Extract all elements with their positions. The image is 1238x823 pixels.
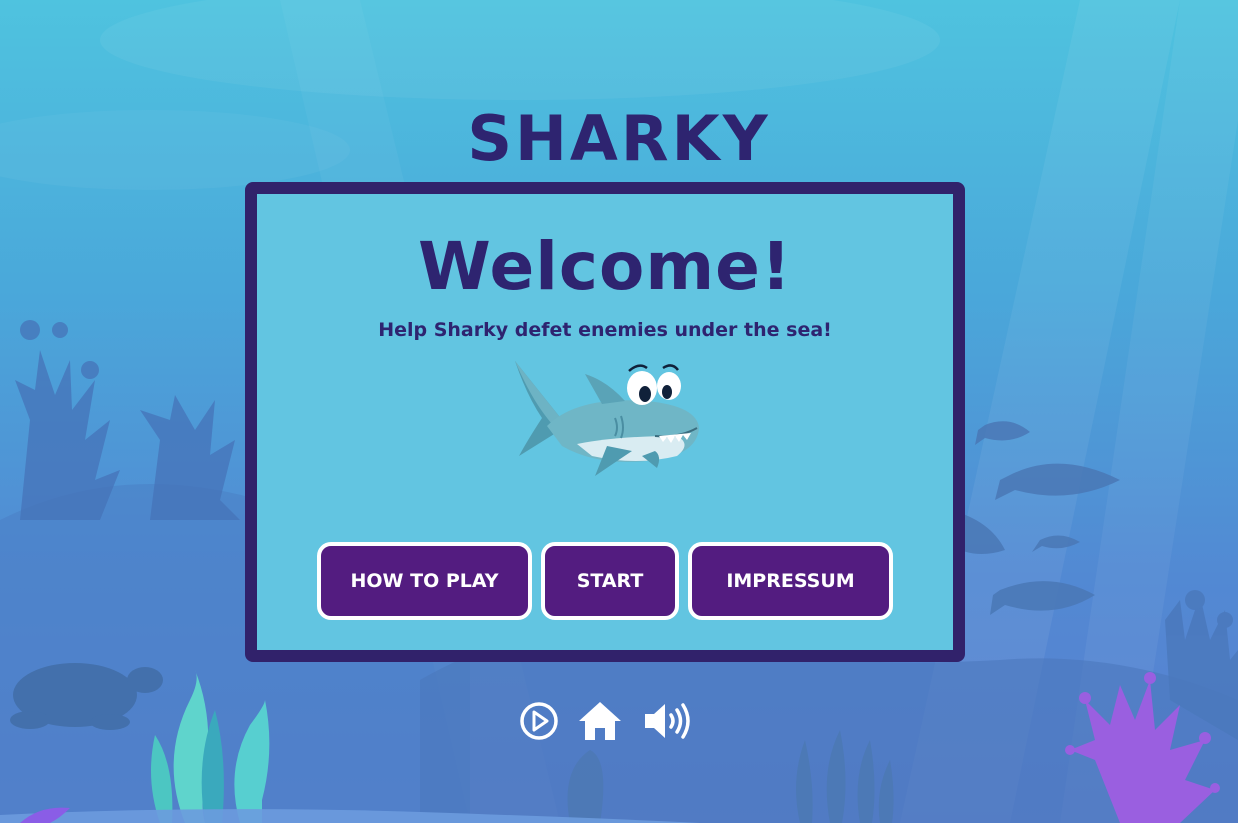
- game-canvas: SHARKY Welcome! Help Sharky defet enemie…: [0, 0, 1238, 823]
- game-title: SHARKY: [467, 102, 771, 175]
- home-icon[interactable]: [578, 700, 622, 742]
- impressum-button[interactable]: IMPRESSUM: [688, 542, 893, 620]
- play-circle-icon[interactable]: [518, 700, 560, 742]
- welcome-subtitle: Help Sharky defet enemies under the sea!: [378, 319, 832, 341]
- volume-up-icon[interactable]: [643, 700, 693, 742]
- welcome-heading: Welcome!: [418, 228, 792, 305]
- how-to-play-button[interactable]: HOW TO PLAY: [317, 542, 532, 620]
- game-controls: [518, 700, 693, 744]
- start-screen-panel: Welcome! Help Sharky defet enemies under…: [245, 182, 965, 662]
- menu-buttons: HOW TO PLAY START IMPRESSUM: [257, 542, 953, 620]
- sharky-character-image: [515, 361, 699, 476]
- start-button[interactable]: START: [541, 542, 679, 620]
